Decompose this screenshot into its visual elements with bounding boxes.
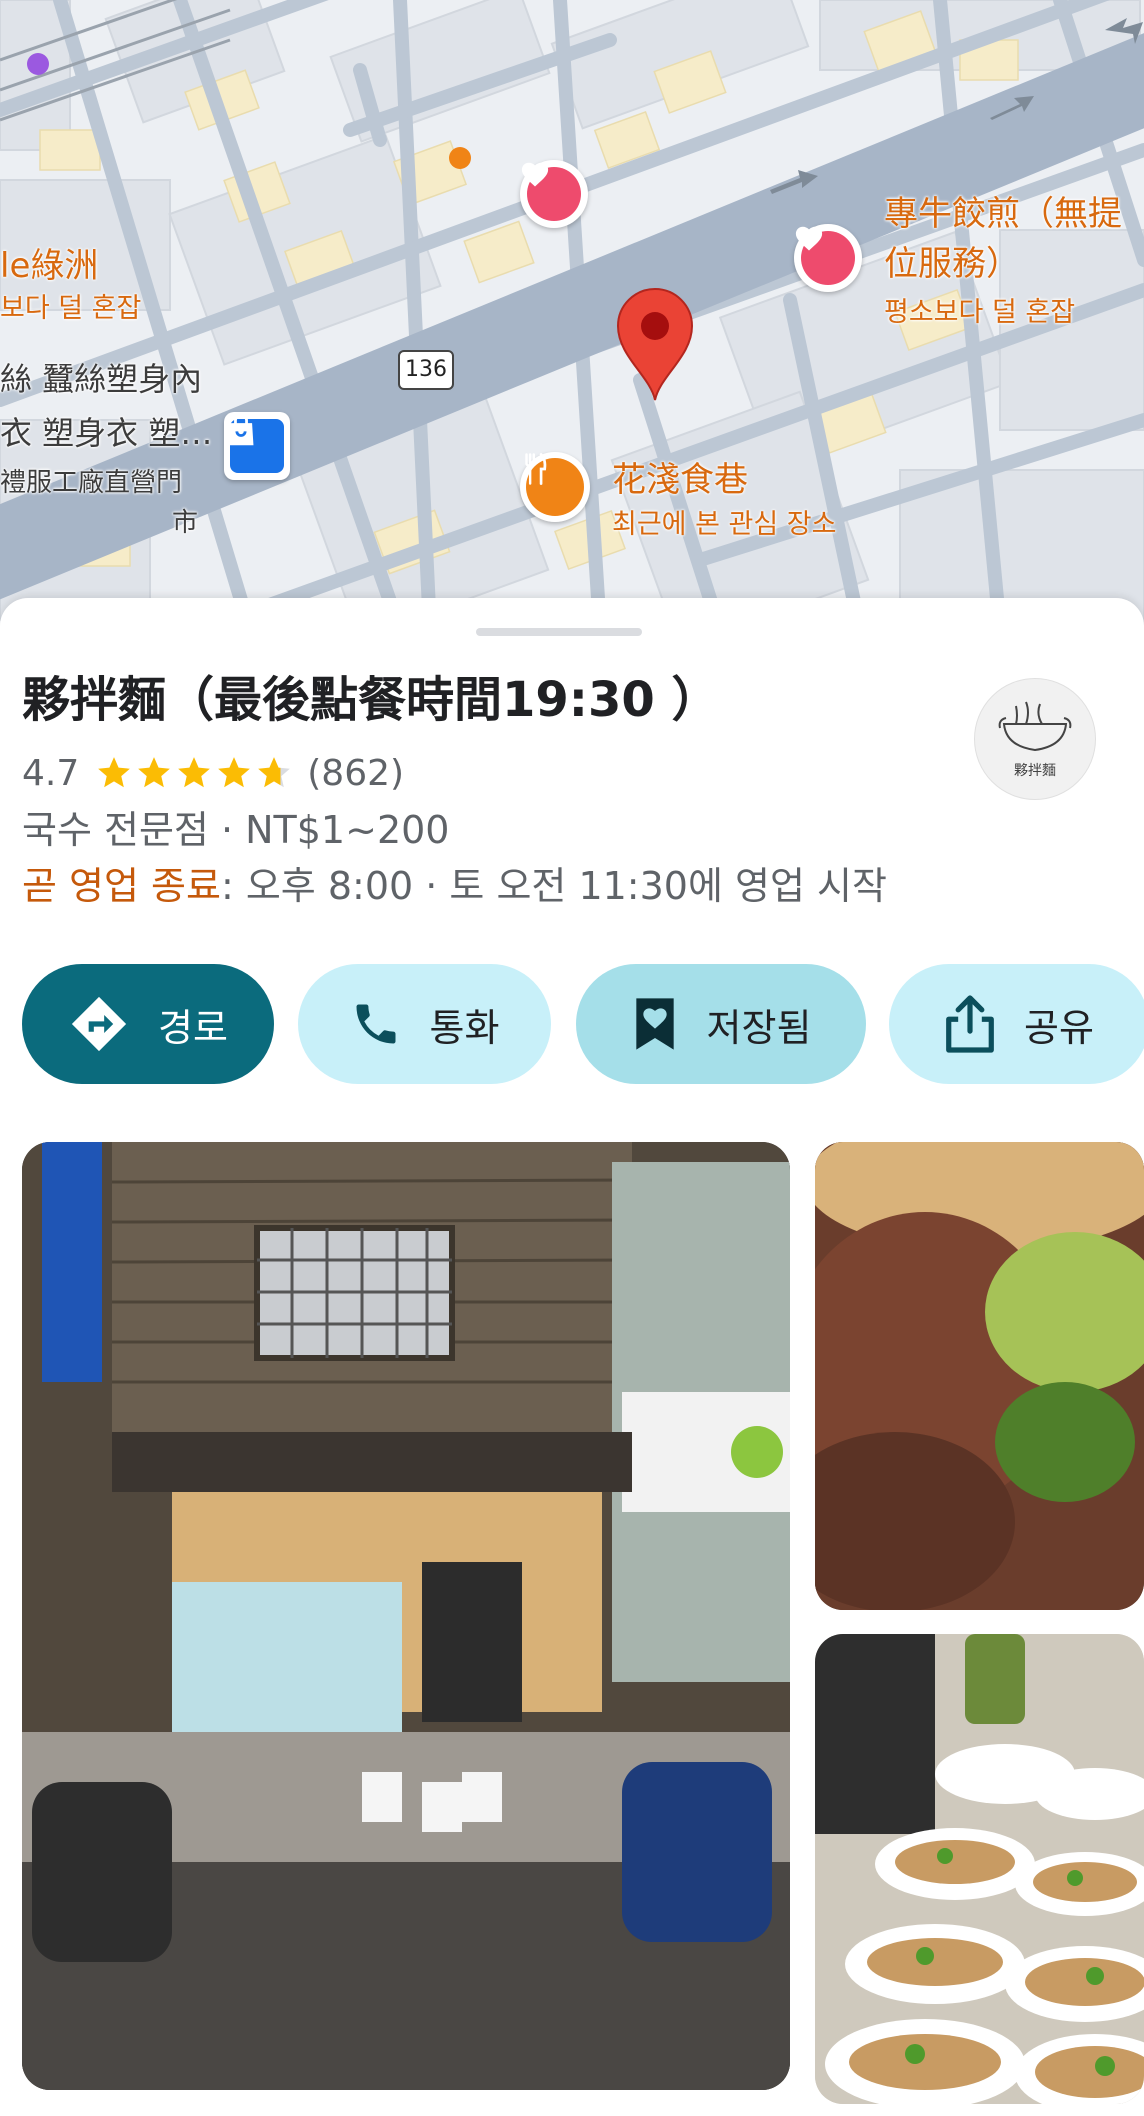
- share-icon: [946, 995, 994, 1053]
- fork-knife-icon: [525, 453, 547, 485]
- map-view[interactable]: le綠洲 보다 덜 혼잡 絲 蠶絲塑身內 衣 塑身衣 塑… 禮服工廠直營門 市 …: [0, 0, 1144, 630]
- map-label-shop-line1[interactable]: 絲 蠶絲塑身內: [0, 354, 202, 400]
- hours-detail: : 오후 8:00 · 토 오전 11:30에 영업 시작: [220, 864, 887, 908]
- opening-hours[interactable]: 곧 영업 종료: 오후 8:00 · 토 오전 11:30에 영업 시작: [22, 861, 887, 911]
- bookmark-heart-icon: [635, 998, 674, 1050]
- restaurant-place-pin[interactable]: [520, 452, 590, 522]
- map-label-shop-line2[interactable]: 衣 塑身衣 塑…: [0, 408, 212, 454]
- storefront-photo[interactable]: [22, 1142, 790, 2090]
- directions-button[interactable]: 경로: [22, 964, 274, 1084]
- saved-place-pin-dumpling[interactable]: [794, 224, 862, 292]
- rating-value: 4.7: [22, 752, 80, 794]
- map-label-dumpling-busyness: 평소보다 덜 혼잡: [884, 297, 1076, 328]
- share-label: 공유: [1024, 1005, 1094, 1050]
- phone-icon: [356, 1004, 396, 1044]
- rating-stars: [95, 754, 295, 792]
- sheet-drag-handle[interactable]: [476, 628, 642, 636]
- storefront-image: [22, 1142, 790, 2090]
- noodle-bowls-image: [815, 1634, 1144, 2104]
- route-136-shield: 136: [398, 350, 454, 390]
- action-buttons-row: 경로 통화 저장됨 공유: [22, 964, 1144, 1084]
- food-photo-bowls[interactable]: [815, 1634, 1144, 2104]
- directions-icon: [71, 996, 127, 1052]
- location-pin-icon[interactable]: [614, 286, 696, 402]
- shopping-bag-icon: [228, 413, 254, 446]
- review-count[interactable]: (862): [307, 753, 404, 794]
- map-label-oasis[interactable]: le綠洲: [0, 238, 98, 287]
- map-label-shop-line3[interactable]: 禮服工廠直營門: [0, 462, 182, 499]
- share-button[interactable]: 공유: [889, 964, 1144, 1084]
- star-icon: [138, 757, 171, 788]
- star-icon: [218, 757, 251, 788]
- star-icon: [258, 757, 291, 788]
- place-title: 夥拌麵（最後點餐時間19:30 ）: [22, 672, 720, 728]
- map-label-dumpling-line1[interactable]: 專牛餃煎（無提: [884, 186, 1122, 235]
- heart-icon: [795, 226, 823, 251]
- place-details-sheet[interactable]: 夥拌麵（最後點餐時間19:30 ） 夥拌麵 4.7 (862) 국수 전문점 ·…: [0, 598, 1144, 2116]
- place-logo[interactable]: 夥拌麵: [974, 678, 1096, 800]
- noodle-bowl-logo-icon: [998, 701, 1072, 752]
- directions-label: 경로: [158, 1005, 228, 1050]
- call-label: 통화: [429, 1005, 500, 1050]
- map-label-oasis-busyness: 보다 덜 혼잡: [0, 293, 142, 324]
- beef-noodle-image: [815, 1142, 1144, 1610]
- map-label-food-alley[interactable]: 花淺食巷: [612, 452, 748, 501]
- shopping-place-pin[interactable]: [224, 412, 290, 480]
- food-photo-beef[interactable]: [815, 1142, 1144, 1610]
- call-button[interactable]: 통화: [298, 964, 551, 1084]
- saved-button[interactable]: 저장됨: [576, 964, 866, 1084]
- heart-icon: [521, 162, 549, 187]
- category-price: 국수 전문점 · NT$1~200: [22, 808, 450, 852]
- saved-label: 저장됨: [706, 1005, 812, 1050]
- map-label-shop-line4[interactable]: 市: [172, 502, 198, 539]
- star-icon: [178, 757, 211, 788]
- map-label-dumpling-line2[interactable]: 位服務）: [884, 236, 1020, 285]
- logo-text: 夥拌麵: [1014, 763, 1056, 779]
- closing-soon-status: 곧 영업 종료: [22, 864, 221, 908]
- map-label-food-alley-note: 최근에 본 관심 장소: [612, 509, 837, 540]
- saved-place-pin[interactable]: [520, 160, 588, 228]
- star-icon: [98, 757, 131, 788]
- rating-row[interactable]: 4.7 (862): [22, 748, 404, 798]
